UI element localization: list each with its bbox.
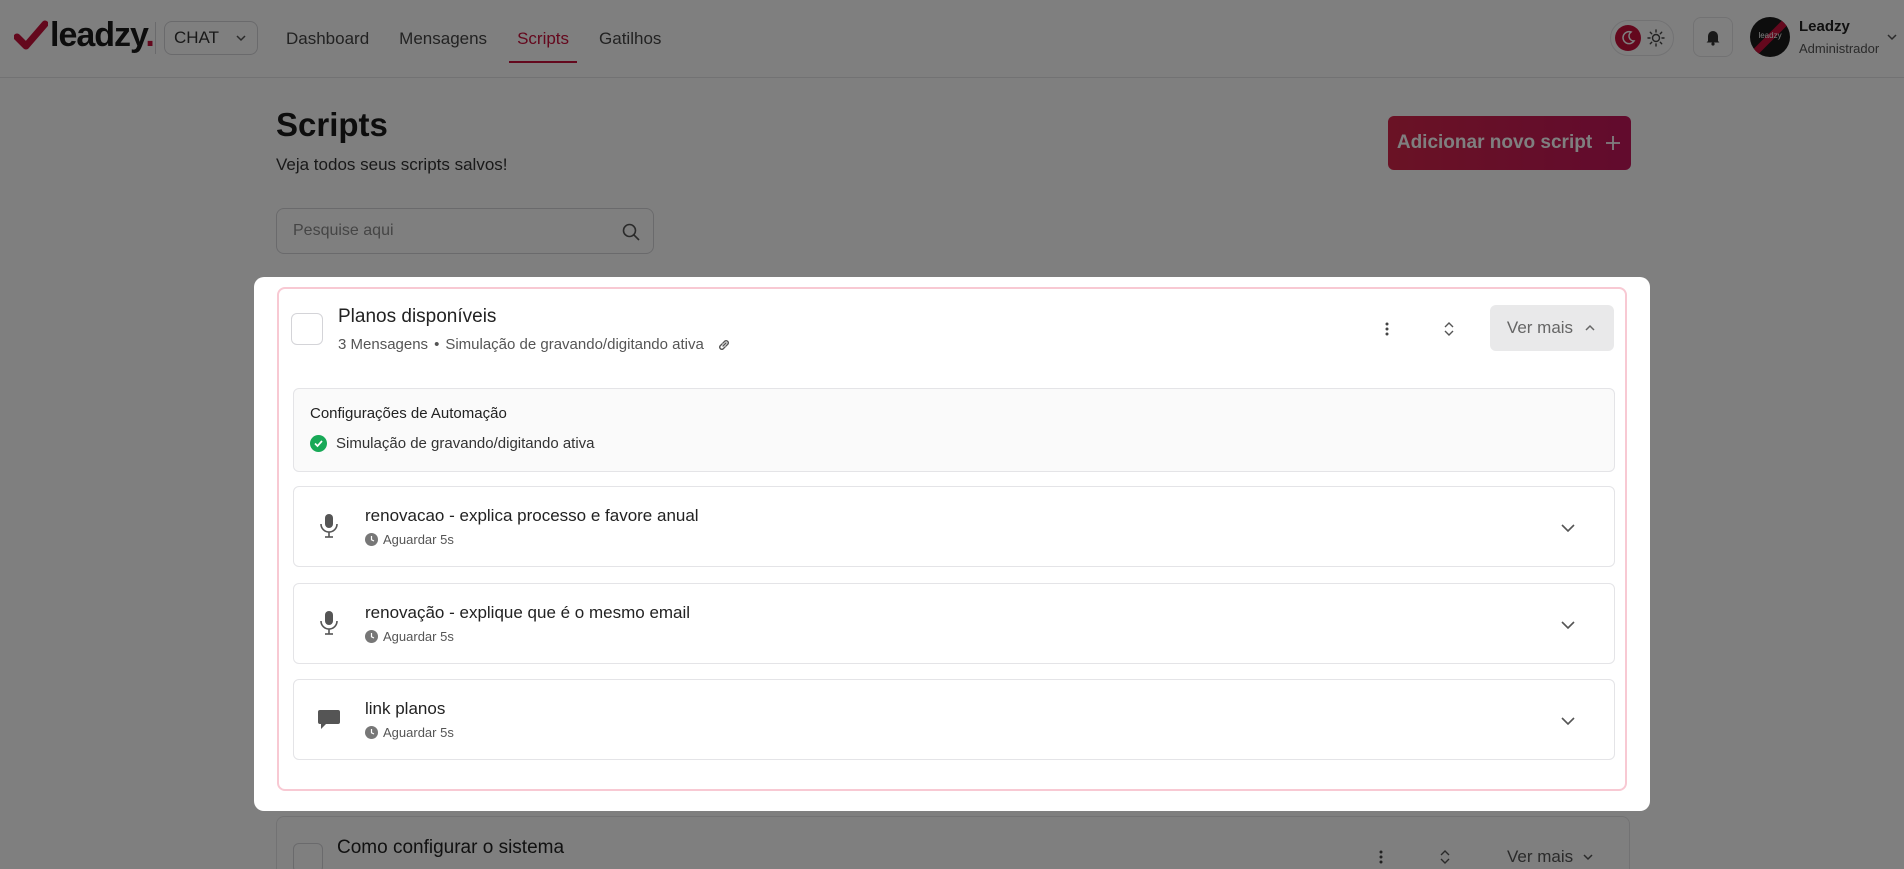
message-item[interactable]: renovação - explique que é o mesmo email… [293,583,1615,664]
clock-icon [365,630,378,643]
automation-item: Simulação de gravando/digitando ativa [310,435,595,452]
script-checkbox[interactable] [291,313,323,345]
reorder-button[interactable] [1439,317,1459,341]
message-count: 3 Mensagens [338,336,429,353]
meta-separator: • [434,336,440,353]
automation-item-label: Simulação de gravando/digitando ativa [336,435,595,452]
message-wait: Aguardar 5s [365,629,454,644]
message-item[interactable]: renovacao - explica processo e favore an… [293,486,1615,567]
more-options-button[interactable] [1377,317,1397,341]
reorder-icon [1444,322,1454,336]
script-card-expanded: Planos disponíveis 3 Mensagens • Simulaç… [277,287,1627,791]
chevron-down-icon[interactable] [1558,615,1578,635]
chat-bubble-icon [316,705,342,733]
check-circle-icon [310,435,327,452]
message-title: renovacao - explica processo e favore an… [365,506,699,525]
link-icon[interactable] [716,337,732,353]
message-title: renovação - explique que é o mesmo email [365,603,691,622]
message-wait-label: Aguardar 5s [383,532,454,547]
automation-settings: Configurações de Automação Simulação de … [293,388,1615,472]
clock-icon [365,533,378,546]
simulation-status: Simulação de gravando/digitando ativa [445,336,704,353]
microphone-icon [316,512,342,540]
script-detail-modal: Planos disponíveis 3 Mensagens • Simulaç… [254,277,1650,811]
script-meta: 3 Mensagens • Simulação de gravando/digi… [338,336,732,353]
ver-mais-button[interactable]: Ver mais [1490,305,1614,351]
automation-title: Configurações de Automação [310,405,507,422]
chevron-down-icon[interactable] [1558,711,1578,731]
microphone-icon [316,609,342,637]
more-vertical-icon [1385,322,1389,336]
clock-icon [365,726,378,739]
script-title: Planos disponíveis [338,306,497,327]
message-wait: Aguardar 5s [365,532,454,547]
chevron-up-icon [1585,324,1595,331]
ver-mais-label: Ver mais [1506,318,1574,337]
message-item[interactable]: link planos Aguardar 5s [293,679,1615,760]
message-wait-label: Aguardar 5s [383,725,454,740]
message-wait: Aguardar 5s [365,725,454,740]
message-title: link planos [365,699,446,718]
chevron-down-icon[interactable] [1558,518,1578,538]
message-wait-label: Aguardar 5s [383,629,454,644]
